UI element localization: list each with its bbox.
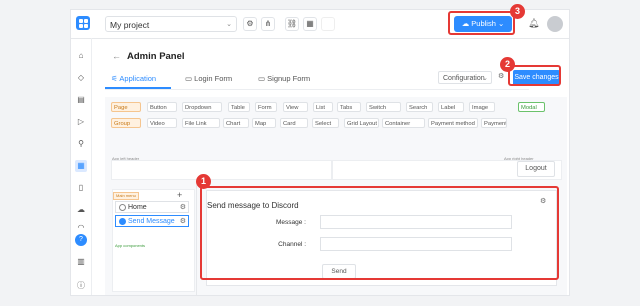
layout-icon[interactable]: ▦ — [303, 17, 317, 31]
mobile-icon[interactable]: ▯ — [75, 182, 87, 194]
circle-icon — [119, 204, 126, 211]
project-name: My project — [110, 20, 150, 30]
highlight-box-publish — [448, 11, 515, 35]
app-components-label: App components — [115, 243, 146, 248]
home-icon[interactable]: ⌂ — [75, 50, 87, 62]
sidebar: ⌂ ◇ ▤ ▷ ⚲ ▦ ▯ ☁ ◠ ? ▥ ⓘ — [71, 38, 92, 295]
plug-icon[interactable]: ⚲ — [75, 138, 87, 150]
menu-item-home[interactable]: Home ⚙ — [115, 201, 189, 213]
avatar[interactable] — [547, 16, 563, 32]
cloud-icon[interactable]: ☁ — [75, 204, 87, 216]
component-chip-table[interactable]: Table — [228, 102, 250, 112]
component-chip-button[interactable]: Button — [147, 102, 177, 112]
cube-icon[interactable]: ◇ — [75, 72, 87, 84]
settings-icon[interactable]: ⚙ — [498, 72, 504, 80]
tab-application[interactable]: ⚟ Application — [111, 74, 156, 83]
play-icon[interactable]: ▷ — [75, 116, 87, 128]
tabs-divider — [105, 89, 529, 90]
component-chip-form[interactable]: Form — [255, 102, 277, 112]
loader-icon[interactable]: ◠ — [75, 222, 87, 234]
form-icon: ▭ — [258, 74, 268, 83]
component-chip-chart[interactable]: Chart — [223, 118, 249, 128]
component-chip-switch[interactable]: Switch — [366, 102, 401, 112]
bell-icon[interactable]: 🔔︎ — [528, 18, 539, 29]
info-icon[interactable]: ⓘ — [75, 280, 87, 292]
component-chip-group[interactable]: Group — [111, 118, 141, 128]
component-chip-view[interactable]: View — [283, 102, 308, 112]
chevron-down-icon: ⌄ — [226, 21, 232, 28]
check-circle-icon — [119, 218, 126, 225]
component-chip-card[interactable]: Card — [280, 118, 308, 128]
app-logo-icon[interactable] — [76, 16, 90, 30]
configuration-label: Configuration — [443, 75, 485, 82]
main-menu-badge: Main menu — [113, 192, 139, 200]
component-chip-list[interactable]: List — [313, 102, 333, 112]
component-chip-payment-method[interactable]: Payment method — [428, 118, 478, 128]
link-icon[interactable]: ⛓ — [285, 17, 299, 31]
highlight-box-save — [508, 65, 561, 86]
back-arrow-icon[interactable]: ← — [112, 51, 121, 61]
component-chip-file-link[interactable]: File Link — [182, 118, 220, 128]
logout-button[interactable]: Logout — [517, 161, 555, 177]
component-chip-payment[interactable]: Payment — [481, 118, 507, 128]
help-icon[interactable]: ? — [75, 234, 87, 246]
menu-item-label: Send Message — [128, 218, 175, 225]
form-icon: ▭ — [185, 74, 195, 83]
page-builder-icon[interactable]: ▦ — [75, 160, 87, 172]
highlight-box-form — [200, 186, 559, 280]
component-chip-search[interactable]: Search — [406, 102, 433, 112]
settings-icon[interactable]: ⚙ — [243, 17, 257, 31]
component-chip-modal[interactable]: Modal — [518, 102, 545, 112]
component-chip-tabs[interactable]: Tabs — [337, 102, 361, 112]
component-chip-container[interactable]: Container — [382, 118, 425, 128]
document-icon[interactable]: ▥ — [75, 256, 87, 268]
component-chip-map[interactable]: Map — [252, 118, 276, 128]
annotation-badge-1: 1 — [196, 174, 211, 189]
page-title: Admin Panel — [127, 51, 185, 62]
component-chip-label[interactable]: Label — [438, 102, 464, 112]
share-icon[interactable]: ⋔ — [261, 17, 275, 31]
project-select[interactable]: My project ⌄ — [105, 16, 237, 32]
left-header-area[interactable] — [111, 160, 332, 180]
mobile-icon[interactable] — [321, 17, 335, 31]
component-chip-select[interactable]: Select — [312, 118, 339, 128]
gear-icon[interactable]: ⚙ — [180, 202, 186, 214]
component-chip-grid-layout[interactable]: Grid Layout — [344, 118, 379, 128]
tab-signup-form[interactable]: ▭ Signup Form — [258, 74, 310, 83]
menu-item-send-message[interactable]: Send Message ⚙ — [115, 215, 189, 227]
add-menu-item-icon[interactable]: + — [177, 190, 182, 200]
annotation-badge-2: 2 — [500, 57, 515, 72]
component-chip-video[interactable]: Video — [147, 118, 177, 128]
menu-item-label: Home — [128, 204, 147, 211]
layout-icon[interactable]: ▤ — [75, 94, 87, 106]
chevron-down-icon: ⌄ — [482, 75, 488, 82]
component-chip-image[interactable]: Image — [469, 102, 495, 112]
gear-icon[interactable]: ⚙ — [180, 216, 186, 228]
component-chip-page[interactable]: Page — [111, 102, 141, 112]
annotation-badge-3: 3 — [510, 4, 525, 19]
component-chip-dropdown[interactable]: Dropdown — [182, 102, 222, 112]
panel-divider — [196, 185, 197, 295]
configuration-select[interactable]: Configuration ⌄ — [438, 71, 492, 84]
tab-login-form[interactable]: ▭ Login Form — [185, 74, 232, 83]
